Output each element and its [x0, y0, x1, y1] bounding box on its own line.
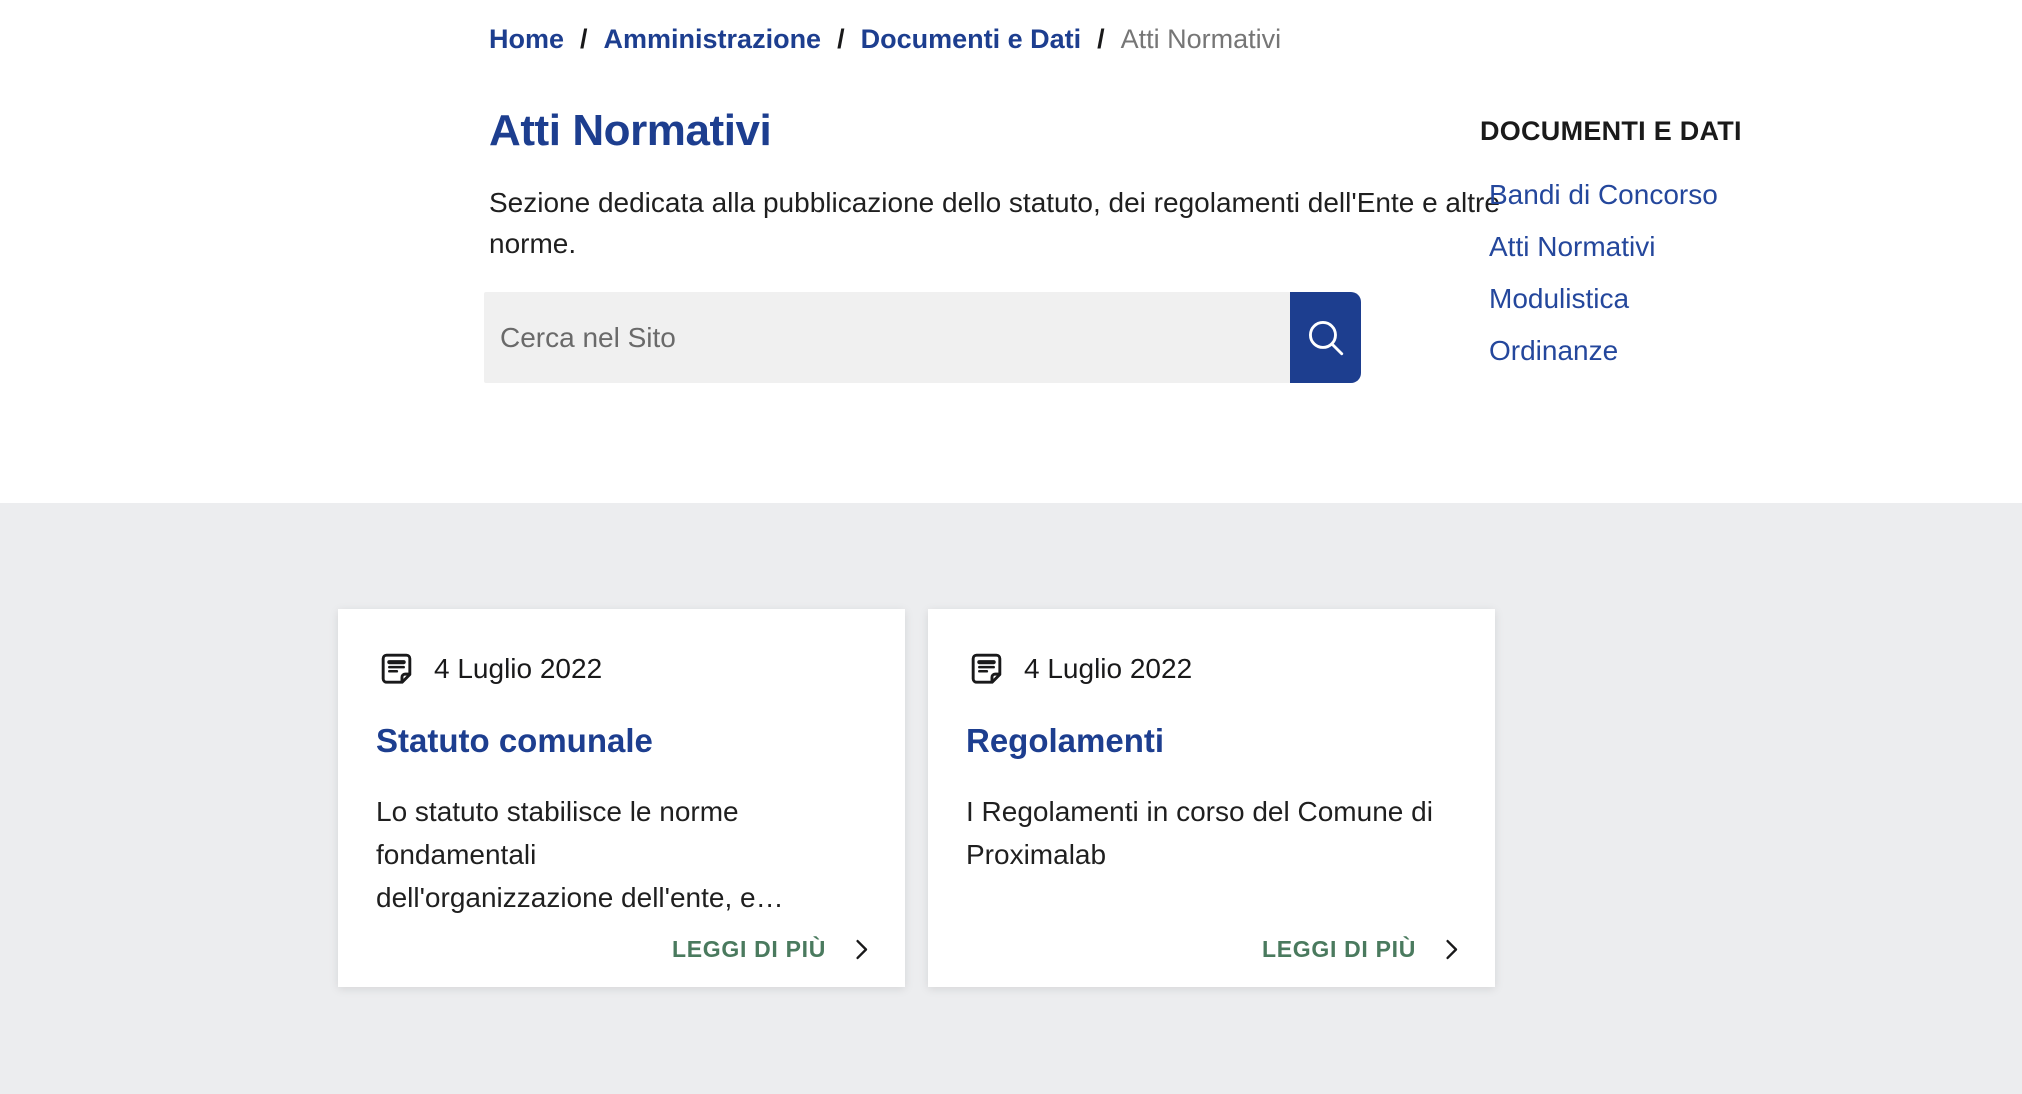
page-description: Sezione dedicata alla pubblicazione dell…: [489, 182, 1529, 264]
site-search: [484, 292, 1361, 383]
chevron-right-icon: [848, 936, 875, 963]
card-header: 4 Luglio 2022: [966, 648, 1465, 689]
breadcrumb-separator: /: [1097, 24, 1105, 55]
card-description: I Regolamenti in corso del Comune di Pro…: [966, 790, 1465, 876]
search-button[interactable]: [1290, 292, 1361, 383]
list-item: Atti Normativi: [1489, 231, 1810, 262]
magnifier-icon: [1304, 316, 1348, 360]
read-more-link[interactable]: LEGGI DI PIÙ: [1262, 936, 1465, 963]
section-nav-heading: DOCUMENTI E DATI: [1480, 116, 1810, 147]
section-nav-documenti-e-dati: DOCUMENTI E DATI Bandi di Concorso Atti …: [1480, 116, 1810, 387]
document-card-regolamenti[interactable]: 4 Luglio 2022 Regolamenti I Regolamenti …: [928, 609, 1495, 987]
chevron-right-icon: [1438, 936, 1465, 963]
card-description: Lo statuto stabilisce le norme fondament…: [376, 790, 875, 919]
card-date: 4 Luglio 2022: [1024, 653, 1192, 685]
breadcrumb-link-documenti-e-dati[interactable]: Documenti e Dati: [861, 24, 1082, 55]
sidebar-item-modulistica[interactable]: Modulistica: [1489, 283, 1629, 314]
list-item: Bandi di Concorso: [1489, 179, 1810, 210]
breadcrumb-link-amministrazione[interactable]: Amministrazione: [604, 24, 822, 55]
read-more-label: LEGGI DI PIÙ: [1262, 936, 1416, 963]
card-date: 4 Luglio 2022: [434, 653, 602, 685]
card-title-link[interactable]: Regolamenti: [966, 722, 1465, 760]
list-item: Modulistica: [1489, 283, 1810, 314]
read-more-label: LEGGI DI PIÙ: [672, 936, 826, 963]
breadcrumb: Home / Amministrazione / Documenti e Dat…: [489, 24, 1281, 55]
list-item: Ordinanze: [1489, 335, 1810, 366]
document-card-statuto-comunale[interactable]: 4 Luglio 2022 Statuto comunale Lo statut…: [338, 609, 905, 987]
breadcrumb-current-page: Atti Normativi: [1121, 24, 1282, 55]
sidebar-item-bandi-di-concorso[interactable]: Bandi di Concorso: [1489, 179, 1718, 210]
card-header: 4 Luglio 2022: [376, 648, 875, 689]
breadcrumb-separator: /: [837, 24, 845, 55]
page: Home / Amministrazione / Documenti e Dat…: [0, 0, 2022, 1094]
page-title: Atti Normativi: [489, 106, 771, 156]
search-input[interactable]: [484, 292, 1290, 383]
note-icon: [376, 648, 417, 689]
documents-section: 4 Luglio 2022 Statuto comunale Lo statut…: [0, 503, 2022, 1094]
sidebar-item-ordinanze[interactable]: Ordinanze: [1489, 335, 1618, 366]
note-icon: [966, 648, 1007, 689]
breadcrumb-link-home[interactable]: Home: [489, 24, 564, 55]
sidebar-item-atti-normativi[interactable]: Atti Normativi: [1489, 231, 1655, 262]
breadcrumb-separator: /: [580, 24, 588, 55]
read-more-link[interactable]: LEGGI DI PIÙ: [672, 936, 875, 963]
card-title-link[interactable]: Statuto comunale: [376, 722, 875, 760]
